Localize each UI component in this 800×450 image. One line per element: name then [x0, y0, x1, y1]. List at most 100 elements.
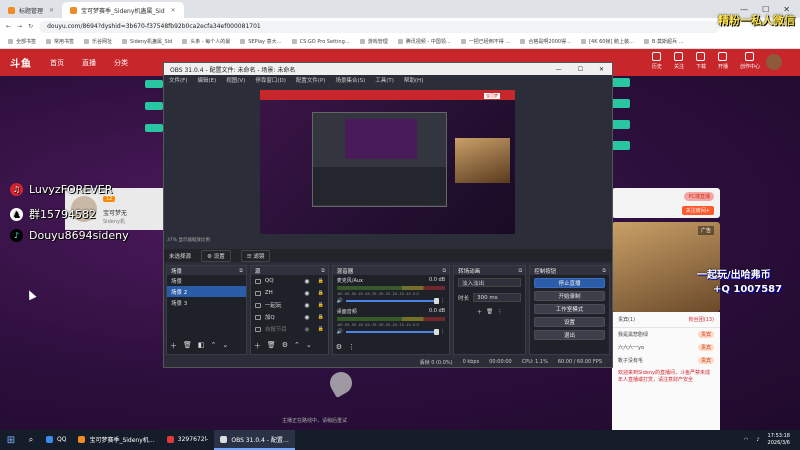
- minimize-icon[interactable]: —: [556, 66, 562, 73]
- side-tile[interactable]: [145, 102, 163, 110]
- remove-scene-icon[interactable]: 🗑: [183, 341, 192, 351]
- move-up-icon[interactable]: ⌃: [211, 341, 217, 351]
- windows-start-icon[interactable]: ⊞: [0, 430, 22, 450]
- lock-icon[interactable]: 🔒: [318, 278, 328, 284]
- bookmark-item[interactable]: 全部书签: [8, 38, 36, 45]
- clock[interactable]: 17:53:18 2026/3/6: [768, 433, 790, 447]
- side-tile[interactable]: [610, 78, 630, 87]
- start-recording-button[interactable]: 开始录制: [534, 291, 605, 301]
- visibility-eye-icon[interactable]: ◉: [304, 326, 309, 333]
- volume-slider[interactable]: [346, 329, 440, 335]
- source-item[interactable]: QQ ◉ 🔒: [251, 275, 328, 287]
- bookmark-item[interactable]: 乐谷网址: [84, 38, 112, 45]
- nav-category[interactable]: 分类: [114, 58, 128, 68]
- more-icon[interactable]: ⋮: [497, 309, 503, 315]
- nav-live[interactable]: 直播: [82, 58, 96, 68]
- move-up-icon[interactable]: ⌃: [294, 341, 300, 351]
- lock-icon[interactable]: 🔒: [318, 314, 328, 320]
- nav-home[interactable]: 首页: [50, 58, 64, 68]
- bookmark-item[interactable]: SEPlay 意大…: [240, 38, 281, 45]
- close-tab-icon[interactable]: ✕: [171, 7, 176, 14]
- speaker-icon[interactable]: 🔊: [337, 298, 343, 304]
- remove-source-icon[interactable]: 🗑: [267, 341, 276, 351]
- visibility-eye-icon[interactable]: ◉: [304, 302, 309, 309]
- chat-line[interactable]: 我是黑悲剧绿 贵宾: [612, 328, 720, 341]
- bookmark-item[interactable]: 合格是啊2000得…: [520, 38, 571, 45]
- add-source-icon[interactable]: ＋: [254, 341, 261, 351]
- speaker-icon[interactable]: 🔊: [337, 329, 343, 335]
- add-transition-icon[interactable]: ＋: [477, 308, 483, 316]
- side-tile[interactable]: [145, 124, 163, 132]
- url-input[interactable]: douyu.com/8694?dyshid=3b670-f37548fb92b0…: [39, 20, 720, 33]
- add-scene-icon[interactable]: ＋: [170, 341, 177, 351]
- obs-menu-item[interactable]: 视图(V): [226, 76, 245, 84]
- more-icon[interactable]: ⋮: [440, 329, 445, 335]
- maximize-icon[interactable]: ☐: [578, 66, 583, 73]
- move-down-icon[interactable]: ⌄: [306, 341, 312, 351]
- settings-button[interactable]: ⚙ 设置: [201, 249, 231, 262]
- obs-menu-item[interactable]: 工具(T): [375, 76, 394, 84]
- user-avatar[interactable]: [766, 54, 782, 70]
- obs-menu-item[interactable]: 场景集合(S): [335, 76, 365, 84]
- nav-icon-item[interactable]: 创作中心: [740, 52, 760, 70]
- visibility-eye-icon[interactable]: ◉: [304, 278, 309, 285]
- lock-icon[interactable]: 🔒: [318, 302, 328, 308]
- browser-tab-active[interactable]: 宝可梦赛季_Sideny机蛊属_Sid ✕: [62, 2, 184, 18]
- studio-mode-button[interactable]: 工作室模式: [534, 304, 605, 314]
- bookmark-item[interactable]: 常用书签: [46, 38, 74, 45]
- tab-vip[interactable]: 贵宾(1): [618, 316, 635, 323]
- bookmark-item[interactable]: 腾讯视频 - 中国领…: [398, 38, 451, 45]
- move-down-icon[interactable]: ⌄: [222, 341, 228, 351]
- close-icon[interactable]: ✕: [599, 66, 604, 73]
- bookmark-item[interactable]: CS:GO Pro Setting…: [292, 39, 350, 45]
- reload-icon[interactable]: ↻: [28, 23, 33, 30]
- side-tile[interactable]: [145, 80, 163, 88]
- bookmark-item[interactable]: B·莫斯超兵 …: [644, 38, 684, 45]
- search-icon[interactable]: ⌕: [22, 430, 40, 450]
- obs-menu-item[interactable]: 文件(F): [169, 76, 187, 84]
- side-tile[interactable]: [610, 99, 630, 108]
- obs-menu-item[interactable]: 编辑(E): [197, 76, 216, 84]
- taskbar-app[interactable]: 宝可梦赛季_Sideny机…: [72, 430, 160, 450]
- lock-icon[interactable]: 🔒: [318, 326, 328, 332]
- taskbar-app[interactable]: OBS 31.0.4 - 配置…: [214, 430, 295, 450]
- stop-streaming-button[interactable]: 停止直播: [534, 278, 605, 288]
- volume-icon[interactable]: ♪: [756, 437, 759, 443]
- back-icon[interactable]: ←: [6, 23, 11, 30]
- taskbar-app[interactable]: 3297672l-: [161, 430, 215, 450]
- source-item[interactable]: 自报节目 ◉ 🔒: [251, 323, 328, 335]
- nav-icon-item[interactable]: 关注: [674, 52, 684, 70]
- chat-line[interactable]: 六六六一yo 贵宾: [612, 341, 720, 354]
- wifi-icon[interactable]: ◠: [744, 437, 748, 443]
- obs-menu-item[interactable]: 停靠窗口(D): [255, 76, 286, 84]
- tab-fans[interactable]: 粉丝团(13): [689, 316, 714, 323]
- nav-icon-item[interactable]: 历史: [652, 52, 662, 70]
- forward-icon[interactable]: →: [17, 23, 22, 30]
- bookmark-item[interactable]: 游戏管理: [360, 38, 388, 45]
- settings-button[interactable]: 设置: [534, 317, 605, 327]
- remove-transition-icon[interactable]: 🗑: [486, 309, 493, 315]
- bookmark-item[interactable]: 头条 - 每个人的最: [182, 38, 230, 45]
- duration-input[interactable]: 300 ms: [473, 293, 522, 302]
- source-settings-icon[interactable]: ⚙: [282, 341, 288, 351]
- obs-menu-item[interactable]: 帮助(H): [404, 76, 423, 84]
- bookmark-item[interactable]: Sideny机蛊属_Sid: [122, 38, 172, 45]
- source-item[interactable]: 一起玩 ◉ 🔒: [251, 299, 328, 311]
- source-item[interactable]: ZH ◉ 🔒: [251, 287, 328, 299]
- visibility-eye-icon[interactable]: ◉: [304, 314, 309, 321]
- more-icon[interactable]: ⋮: [440, 298, 445, 304]
- filters-button[interactable]: ☰ 滤镜: [240, 249, 271, 262]
- obs-preview[interactable]: 宝可梦: [260, 90, 515, 234]
- scene-item[interactable]: 场景 2: [167, 286, 246, 297]
- nav-icon-item[interactable]: 开播: [718, 52, 728, 70]
- chat-line[interactable]: 靴子没有毛 贵宾: [612, 354, 720, 367]
- exit-button[interactable]: 退出: [534, 330, 605, 340]
- more-icon[interactable]: ⋮: [348, 343, 355, 351]
- side-tile[interactable]: [610, 120, 630, 129]
- side-tile[interactable]: [610, 141, 630, 150]
- source-item[interactable]: 加Q ◉ 🔒: [251, 311, 328, 323]
- scene-filter-icon[interactable]: ◧: [198, 341, 205, 351]
- taskbar-app[interactable]: QQ: [40, 430, 72, 450]
- visibility-eye-icon[interactable]: ◉: [304, 290, 309, 297]
- browser-tab[interactable]: 标题管理 ✕: [0, 2, 62, 18]
